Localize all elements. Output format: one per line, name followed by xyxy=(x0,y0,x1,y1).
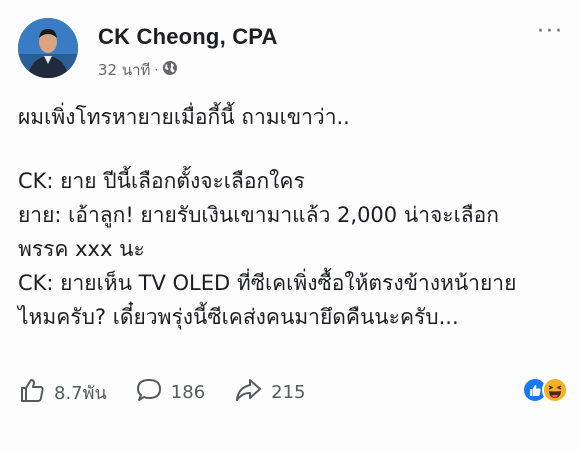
avatar-photo xyxy=(18,18,78,78)
facebook-post: CK Cheong, CPA 32 นาที · ··· ผมเพิ่งโทรห… xyxy=(0,0,578,450)
avatar[interactable] xyxy=(18,18,78,78)
thumbs-up-icon xyxy=(18,376,54,409)
reaction-summary[interactable] xyxy=(522,377,568,407)
author-name[interactable]: CK Cheong, CPA xyxy=(98,24,278,50)
post-footer: 8.7พัน 186 215 xyxy=(18,372,568,412)
post-header: CK Cheong, CPA 32 นาที · ··· xyxy=(18,14,564,94)
haha-reaction-icon xyxy=(542,377,568,407)
post-body: ผมเพิ่งโทรหายายเมื่อกี้นี้ ถามเขาว่า.. C… xyxy=(18,100,566,334)
more-options-button[interactable]: ··· xyxy=(537,21,564,43)
globe-icon xyxy=(162,60,178,80)
post-line: ไหมครับ? เดี๋ยวพรุ่งนี้ซีเคส่งคนมายึดคืน… xyxy=(18,305,459,329)
comment-stat[interactable]: 186 xyxy=(135,376,205,409)
share-count: 215 xyxy=(271,381,306,403)
post-line: CK: ยาย ปีนี้เลือกตั้งจะเลือกใคร xyxy=(18,169,305,193)
post-line: พรรค xxx นะ xyxy=(18,237,145,261)
post-line: CK: ยายเห็น TV OLED ที่ซีเคเพิ่งซื้อให้ต… xyxy=(18,271,517,295)
meta-separator: · xyxy=(154,63,159,77)
post-time[interactable]: 32 นาที xyxy=(98,58,150,82)
like-stat[interactable]: 8.7พัน xyxy=(18,376,107,409)
post-meta: 32 นาที · xyxy=(98,58,178,82)
comment-icon xyxy=(135,376,171,409)
post-line: ผมเพิ่งโทรหายายเมื่อกี้นี้ ถามเขาว่า.. xyxy=(18,105,350,129)
share-icon xyxy=(233,376,271,409)
like-count: 8.7พัน xyxy=(54,382,107,404)
post-line: ยาย: เอ้าลูก! ยายรับเงินเขามาแล้ว 2,000 … xyxy=(18,203,499,227)
comment-count: 186 xyxy=(170,381,206,403)
share-stat[interactable]: 215 xyxy=(233,376,306,409)
